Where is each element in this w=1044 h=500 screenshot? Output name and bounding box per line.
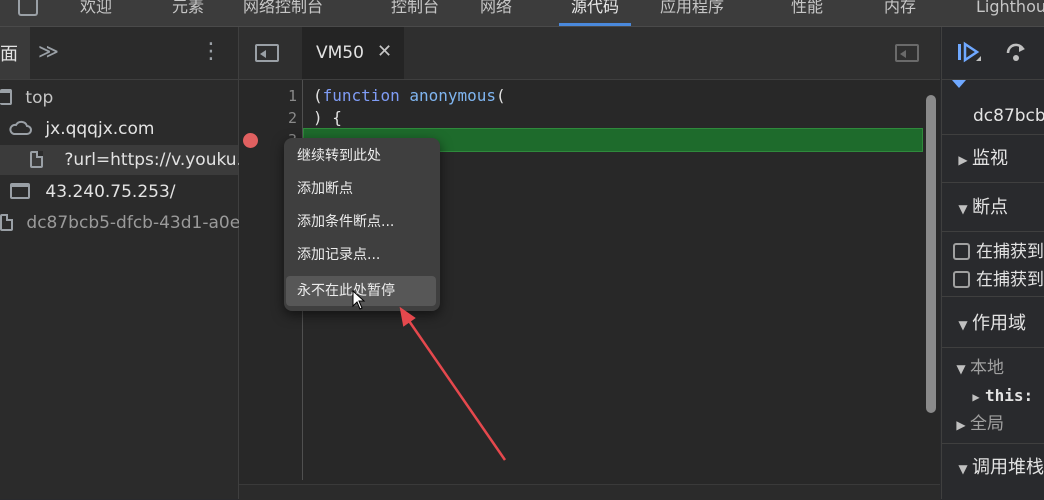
file-icon — [0, 214, 13, 231]
section-breakpoints[interactable]: ▼ 断点 — [942, 185, 1044, 232]
section-title: 断点 — [972, 197, 1008, 218]
code-token: ( — [313, 86, 323, 105]
toggle-debugger-icon[interactable] — [895, 44, 919, 62]
tree-item-top[interactable]: top — [0, 83, 53, 113]
checkbox[interactable] — [953, 271, 970, 288]
breakpoint-marker-icon[interactable] — [243, 133, 258, 148]
section-title: 调用堆栈 — [972, 457, 1044, 478]
scope-global[interactable]: ▶ 全局 — [942, 411, 1044, 444]
tree-label: ?url=https://v.youku.c — [64, 150, 252, 170]
section-watch[interactable]: ▶ 监视 — [942, 136, 1044, 183]
frame-icon — [0, 89, 12, 105]
menu-item-continue-to-here[interactable]: 继续转到此处 — [286, 141, 436, 171]
scope-this[interactable]: ▶ this: — [942, 383, 1044, 409]
collapse-icon: ▼ — [958, 318, 968, 332]
tree-label: jx.qqqjx.com — [45, 119, 155, 139]
pause-caught-checkbox-row[interactable]: 在捕获到 — [942, 238, 1044, 266]
tab-network[interactable]: 网络 — [480, 0, 512, 26]
navigator-header: 面 ≫ ⋮ — [0, 27, 238, 80]
tree-item-vm-script[interactable]: dc87bcb5-dfcb-43d1-a0ec — [0, 208, 250, 238]
thread-item[interactable]: dc87bcb — [942, 98, 1044, 135]
tree-item-selected-file[interactable]: ?url=https://v.youku.c — [0, 145, 251, 175]
collapse-icon: ▼ — [958, 462, 968, 476]
expand-icon: ▶ — [972, 390, 980, 404]
section-scope[interactable]: ▼ 作用域 — [942, 301, 1044, 348]
line-number[interactable]: 1 — [257, 85, 297, 107]
pause-uncaught-checkbox-row[interactable]: 在捕获到 — [942, 266, 1044, 297]
device-toolbar-icon[interactable] — [18, 0, 38, 16]
paused-thread-icon — [952, 80, 966, 88]
gutter-context-menu: 继续转到此处 添加断点 添加条件断点... 添加记录点... 永不在此处暂停 — [284, 138, 440, 311]
menu-item-add-breakpoint[interactable]: 添加断点 — [286, 174, 436, 204]
menu-item-add-logpoint[interactable]: 添加记录点... — [286, 240, 436, 270]
scope-local[interactable]: ▼ 本地 — [942, 355, 1044, 381]
mouse-cursor-icon — [352, 290, 366, 310]
tree-label: top — [25, 88, 54, 108]
more-tabs-icon[interactable]: ≫ — [38, 39, 59, 63]
section-title: 作用域 — [972, 313, 1026, 334]
expand-icon: ▶ — [958, 153, 968, 167]
tab-sources[interactable]: 源代码 — [558, 0, 632, 26]
tab-elements[interactable]: 元素 — [172, 0, 204, 26]
close-icon[interactable]: ✕ — [377, 41, 392, 62]
code-line-1[interactable]: (function anonymous( — [313, 85, 506, 107]
code-line-2[interactable]: ) { — [313, 107, 342, 129]
tab-application[interactable]: 应用程序 — [660, 0, 724, 26]
checkbox[interactable] — [953, 243, 970, 260]
cloud-icon — [9, 120, 32, 135]
tab-page[interactable]: 面 — [0, 40, 18, 66]
resume-icon[interactable] — [956, 41, 982, 65]
tab-lighthouse[interactable]: Lighthou — [976, 0, 1044, 26]
horizontal-scrollbar[interactable] — [239, 484, 940, 500]
tab-memory[interactable]: 内存 — [884, 0, 916, 26]
file-icon — [30, 151, 43, 168]
line-number[interactable]: 2 — [257, 107, 297, 129]
tree-label: 43.240.75.253/ — [45, 182, 176, 202]
tab-welcome[interactable]: 欢迎 — [80, 0, 112, 26]
collapse-icon: ▼ — [958, 202, 968, 216]
code-keyword: function — [322, 86, 400, 105]
code-function-name: anonymous — [409, 86, 497, 105]
scope-label: 本地 — [970, 358, 1004, 378]
devtools-tab-bar: 欢迎 元素 网络控制台 控制台 网络 源代码 应用程序 性能 内存 Lighth… — [0, 0, 1044, 27]
tab-vm50[interactable]: VM50 ✕ — [302, 27, 404, 79]
checkbox-label: 在捕获到 — [976, 270, 1044, 290]
debugger-toolbar — [942, 27, 1044, 80]
scope-variable: this: — [985, 386, 1034, 405]
section-title: 监视 — [972, 148, 1008, 169]
code-token: ( — [496, 86, 506, 105]
frame-icon — [10, 183, 30, 199]
vertical-scrollbar[interactable] — [926, 95, 936, 413]
tab-performance[interactable]: 性能 — [791, 0, 823, 26]
scope-label: 全局 — [970, 414, 1004, 434]
more-options-icon[interactable]: ⋮ — [200, 39, 222, 64]
thread-name: dc87bcb — [973, 106, 1044, 126]
step-over-icon[interactable] — [1004, 41, 1028, 63]
toggle-navigator-icon[interactable] — [255, 44, 279, 62]
tree-label: dc87bcb5-dfcb-43d1-a0ec — [26, 213, 250, 233]
checkbox-label: 在捕获到 — [976, 242, 1044, 262]
tree-item-frame[interactable]: 43.240.75.253/ — [10, 177, 176, 207]
tab-title: VM50 — [316, 43, 364, 63]
tab-console[interactable]: 控制台 — [391, 0, 439, 26]
tree-item-domain[interactable]: jx.qqqjx.com — [8, 114, 154, 144]
tab-network-console[interactable]: 网络控制台 — [243, 0, 323, 26]
menu-item-add-conditional-breakpoint[interactable]: 添加条件断点... — [286, 207, 436, 237]
thread-indicator — [942, 80, 1044, 92]
collapse-icon: ▼ — [956, 362, 966, 376]
expand-icon: ▶ — [956, 418, 966, 432]
section-call-stack[interactable]: ▼ 调用堆栈 — [942, 445, 1044, 491]
